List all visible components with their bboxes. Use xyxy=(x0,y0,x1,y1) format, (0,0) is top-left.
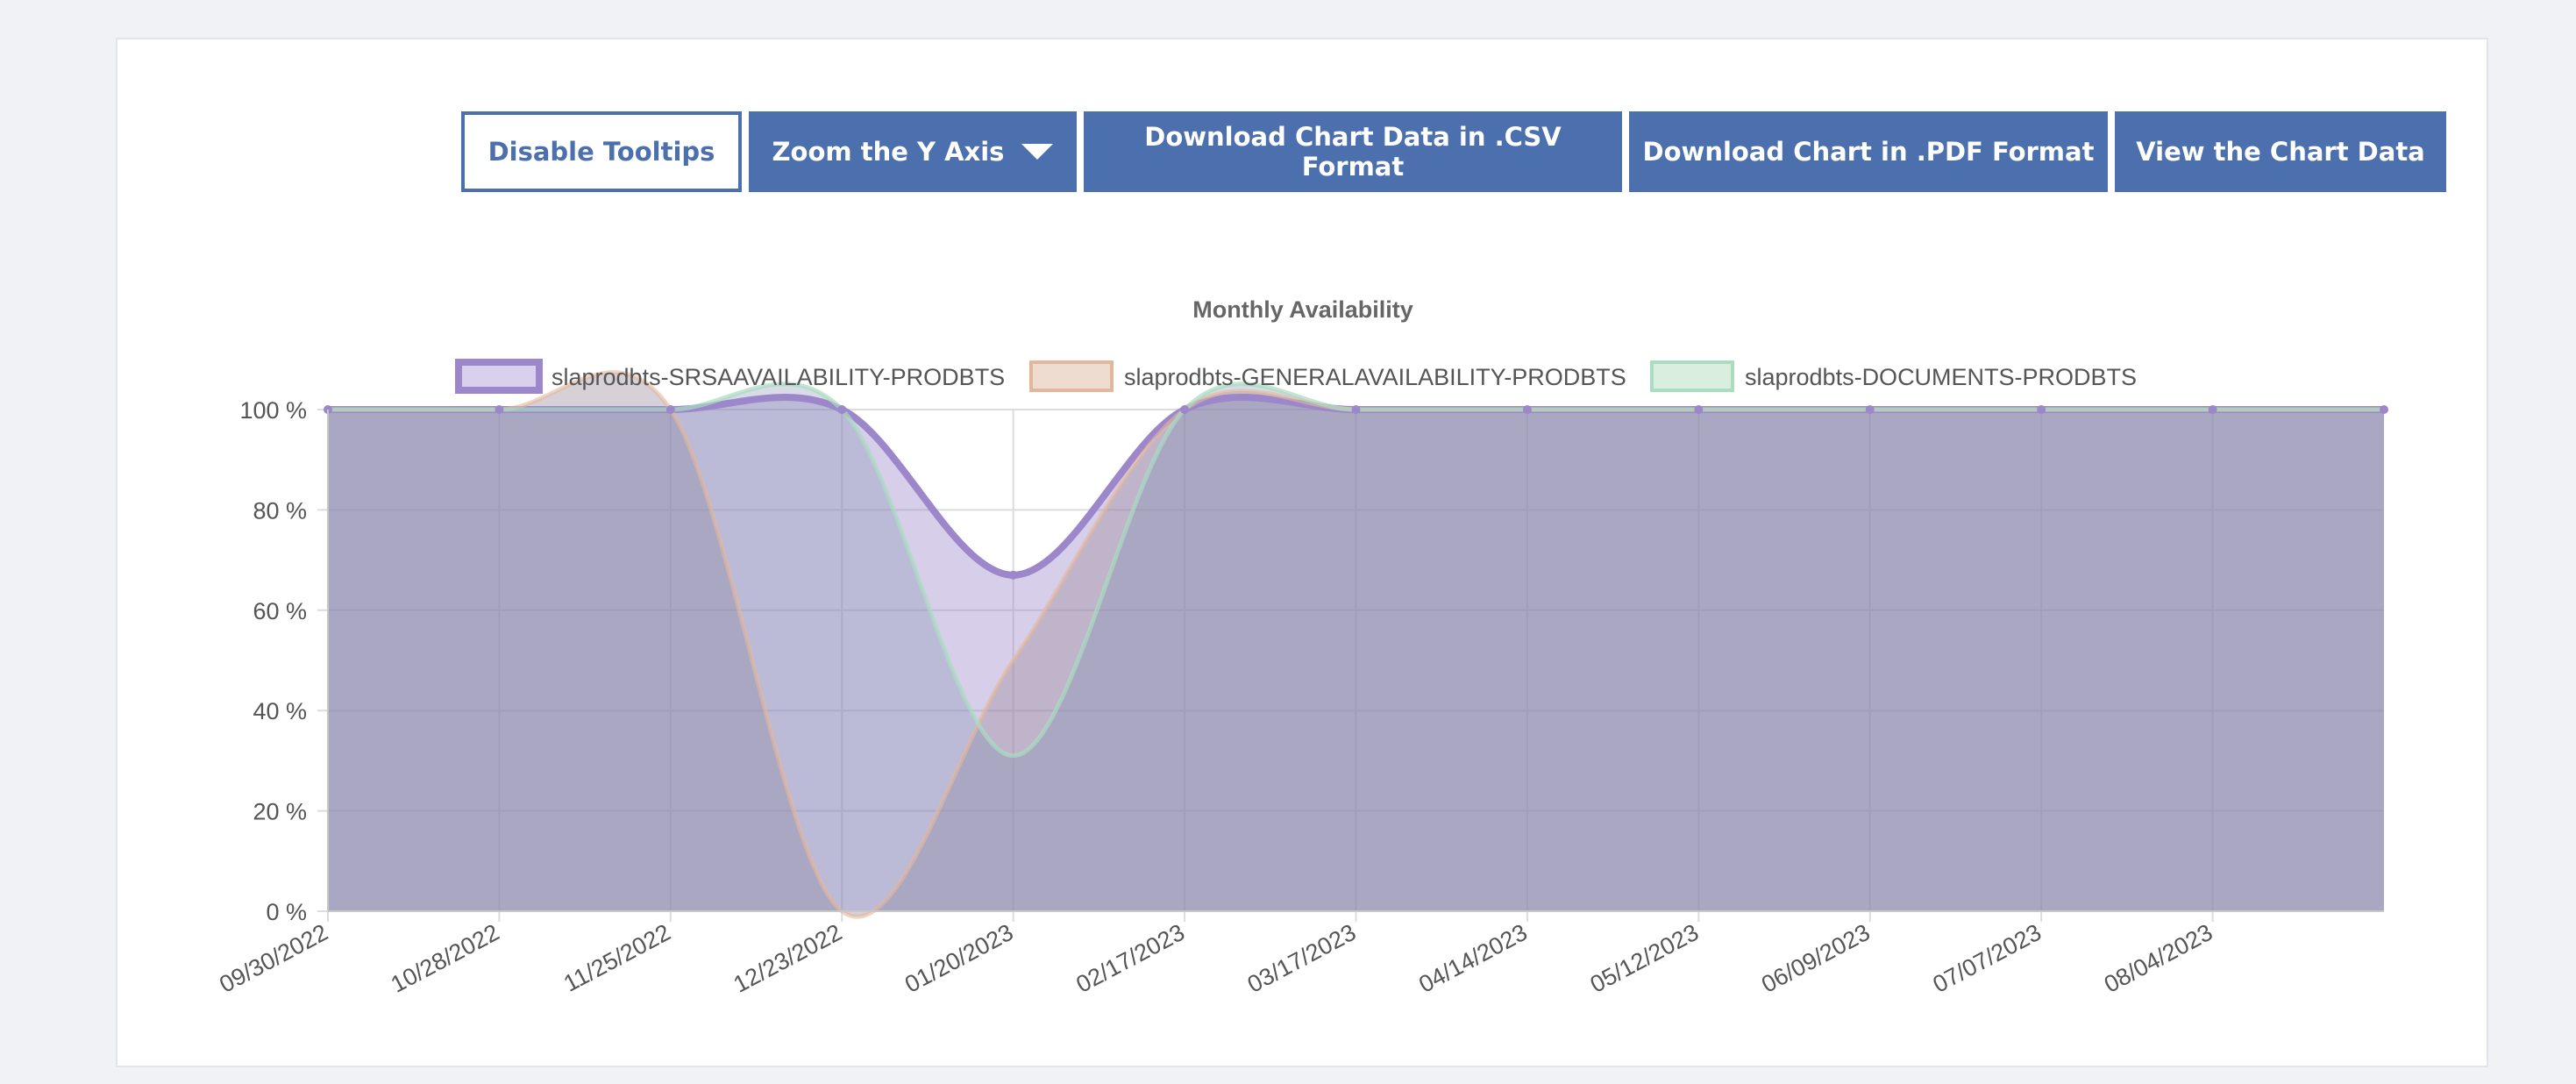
legend-swatch xyxy=(1650,360,1734,392)
data-point xyxy=(837,405,847,414)
chart-series xyxy=(327,370,2384,919)
x-tick-label: 10/28/2022 xyxy=(387,919,503,998)
legend-label: slaprodbts-SRSAAVAILABILITY-PRODBTS xyxy=(551,364,1005,390)
x-tick-label: 08/04/2023 xyxy=(2100,919,2217,998)
chart-title: Monthly Availability xyxy=(1192,296,1413,323)
x-tick-label: 02/17/2023 xyxy=(1071,919,1188,998)
series-area-documents xyxy=(328,383,2384,911)
chart-legend: slaprodbts-SRSAAVAILABILITY-PRODBTS slapr… xyxy=(455,359,2137,394)
x-tick-label: 07/07/2023 xyxy=(1929,919,2046,998)
data-point xyxy=(2037,405,2046,414)
data-point xyxy=(2380,405,2388,414)
x-tick-label: 04/14/2023 xyxy=(1414,919,1531,998)
legend-label: slaprodbts-DOCUMENTS-PRODBTS xyxy=(1745,364,2137,390)
data-point xyxy=(1694,405,1704,414)
legend-label: slaprodbts-GENERALAVAILABILITY-PRODBTS xyxy=(1124,364,1626,390)
data-point xyxy=(1180,405,1190,414)
data-point xyxy=(2208,405,2217,414)
data-point xyxy=(1351,405,1361,414)
x-tick-label: 05/12/2023 xyxy=(1586,919,1703,998)
x-tick-label: 01/20/2023 xyxy=(900,919,1017,998)
data-point xyxy=(1008,570,1018,580)
data-point xyxy=(495,405,504,414)
data-point xyxy=(1522,405,1532,414)
x-tick-label: 09/30/2022 xyxy=(215,919,331,998)
y-tick-label: 40 % xyxy=(253,698,307,724)
y-tick-label: 100 % xyxy=(239,397,307,424)
x-tick-label: 06/09/2023 xyxy=(1757,919,1874,998)
y-tick-label: 80 % xyxy=(253,497,307,524)
x-tick-label: 11/25/2022 xyxy=(559,919,675,997)
x-tick-label: 12/23/2022 xyxy=(729,919,846,998)
data-point xyxy=(1865,405,1875,414)
x-tick-label: 03/17/2023 xyxy=(1243,919,1360,998)
data-point xyxy=(665,405,675,414)
legend-swatch xyxy=(1029,360,1114,392)
availability-chart: Monthly Availability 0 % 20 % 40 % 60 % 80 %… xyxy=(215,296,2388,998)
legend-swatch xyxy=(455,359,543,394)
y-tick-label: 0 % xyxy=(266,899,307,925)
y-tick-label: 20 % xyxy=(253,799,307,825)
y-tick-label: 60 % xyxy=(253,598,307,624)
